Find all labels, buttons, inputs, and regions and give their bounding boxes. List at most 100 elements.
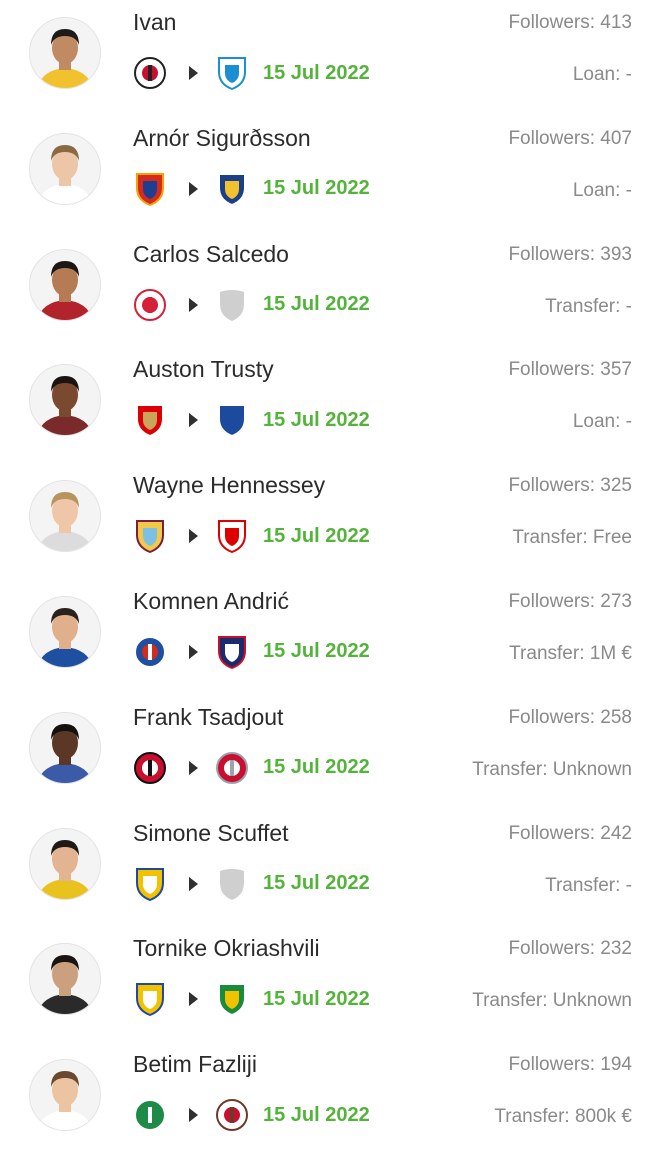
transfer-line: 15 Jul 2022 <box>133 1095 370 1135</box>
player-name[interactable]: Betim Fazliji <box>133 1051 257 1078</box>
player-avatar[interactable] <box>29 17 101 89</box>
player-avatar[interactable] <box>29 943 101 1016</box>
placeholder-shield-icon[interactable] <box>215 287 249 323</box>
birmingham-crest-icon[interactable] <box>215 402 249 438</box>
transfer-line: 15 Jul 2022 <box>133 516 370 556</box>
transfer-line: 15 Jul 2022 <box>133 285 370 325</box>
followers-count: Followers: 407 <box>508 127 632 149</box>
apoel-crest-icon[interactable] <box>133 866 167 902</box>
clermont-crest-icon[interactable] <box>215 634 249 670</box>
transfer-date: 15 Jul 2022 <box>263 408 370 431</box>
transfer-line: 15 Jul 2022 <box>133 53 370 93</box>
transfer-date: 15 Jul 2022 <box>263 987 370 1010</box>
arrow-right-icon <box>189 876 198 891</box>
transfer-row[interactable]: Wayne Hennessey Followers: 325 15 Jul 2022… <box>0 463 662 579</box>
player-avatar[interactable] <box>29 132 101 205</box>
followers-count: Followers: 325 <box>508 475 632 497</box>
arrow-right-icon <box>189 529 198 544</box>
player-avatar[interactable] <box>29 248 101 321</box>
cremonese-crest-icon[interactable] <box>215 750 249 786</box>
transfer-line: 15 Jul 2022 <box>133 864 370 904</box>
arrow-right-icon <box>189 1108 198 1123</box>
transfer-date: 15 Jul 2022 <box>263 872 370 895</box>
burnley-crest-icon[interactable] <box>133 518 167 554</box>
transfer-date: 15 Jul 2022 <box>263 756 370 779</box>
followers-count: Followers: 194 <box>508 1054 632 1076</box>
player-avatar[interactable] <box>29 827 101 900</box>
player-name[interactable]: Auston Trusty <box>133 356 274 383</box>
arsenal-crest-icon[interactable] <box>133 402 167 438</box>
transfer-row[interactable]: Arnór Sigurðsson Followers: 407 15 Jul 202… <box>0 116 662 232</box>
player-avatar[interactable] <box>29 595 101 668</box>
transfer-line: 15 Jul 2022 <box>133 979 370 1019</box>
player-name[interactable]: Tornike Okriashvili <box>133 935 320 962</box>
transfer-row[interactable]: Betim Fazliji Followers: 194 15 Jul 2022 Tr… <box>0 1042 662 1158</box>
followers-count: Followers: 258 <box>508 706 632 728</box>
player-avatar[interactable] <box>29 480 101 553</box>
player-name[interactable]: Carlos Salcedo <box>133 241 289 268</box>
transfer-list: Ivan Followers: 413 15 Jul 2022 Loan: - Arnó… <box>0 0 662 1158</box>
transfer-line: 15 Jul 2022 <box>133 748 370 788</box>
player-avatar[interactable] <box>29 1059 101 1132</box>
dinamo-zagreb-crest-icon[interactable] <box>133 634 167 670</box>
arrow-right-icon <box>189 760 198 775</box>
transfer-row[interactable]: Komnen Andrić Followers: 273 15 Jul 2022 Tr… <box>0 579 662 695</box>
norrkoping-crest-icon[interactable] <box>215 171 249 207</box>
followers-count: Followers: 273 <box>508 590 632 612</box>
followers-count: Followers: 242 <box>508 822 632 844</box>
player-avatar[interactable] <box>29 711 101 784</box>
transfer-type: Loan: - <box>572 64 632 85</box>
transfer-date: 15 Jul 2022 <box>263 293 370 316</box>
followers-count: Followers: 393 <box>508 243 632 265</box>
transfer-type: Transfer: Unknown <box>472 758 632 780</box>
transfer-type: Transfer: 800k € <box>494 1106 632 1128</box>
transfer-line: 15 Jul 2022 <box>133 169 370 209</box>
transfer-row[interactable]: Simone Scuffet Followers: 242 15 Jul 2022 T… <box>0 811 662 927</box>
placeholder-shield-icon[interactable] <box>215 866 249 902</box>
transfer-row[interactable]: Frank Tsadjout Followers: 258 15 Jul 2022 T… <box>0 695 662 811</box>
transfer-row[interactable]: Ivan Followers: 413 15 Jul 2022 Loan: - <box>0 0 662 116</box>
transfer-type: Loan: - <box>572 411 632 433</box>
arrow-right-icon <box>189 181 198 196</box>
arrow-right-icon <box>189 644 198 659</box>
cska-crest-icon[interactable] <box>133 171 167 207</box>
apoel-crest-icon[interactable] <box>133 981 167 1017</box>
followers-count: Followers: 357 <box>508 359 632 381</box>
player-name[interactable]: Frank Tsadjout <box>133 704 283 731</box>
st-gallen-crest-icon[interactable] <box>133 1097 167 1133</box>
transfer-type: Loan: - <box>572 179 632 201</box>
transfer-type: Transfer: Unknown <box>472 990 632 1012</box>
transfer-date: 15 Jul 2022 <box>263 1103 370 1126</box>
st-pauli-crest-icon[interactable] <box>215 1097 249 1133</box>
player-name[interactable]: Simone Scuffet <box>133 820 289 847</box>
arrow-right-icon <box>189 992 198 1007</box>
transfer-type: Transfer: - <box>545 874 632 896</box>
zenit-crest-icon[interactable] <box>215 55 249 91</box>
player-name[interactable]: Ivan <box>133 9 176 36</box>
transfer-type: Transfer: - <box>545 295 632 317</box>
toronto-crest-icon[interactable] <box>133 287 167 323</box>
transfer-date: 15 Jul 2022 <box>263 177 370 200</box>
nottingham-forest-crest-icon[interactable] <box>215 518 249 554</box>
transfer-row[interactable]: Tornike Okriashvili Followers: 232 15 Jul … <box>0 926 662 1042</box>
transfer-line: 15 Jul 2022 <box>133 400 370 440</box>
transfer-row[interactable]: Carlos Salcedo Followers: 393 15 Jul 2022 T… <box>0 232 662 348</box>
arrow-right-icon <box>189 66 198 80</box>
arrow-right-icon <box>189 297 198 312</box>
transfer-date: 15 Jul 2022 <box>263 524 370 547</box>
jeonbuk-crest-icon[interactable] <box>215 981 249 1017</box>
player-avatar[interactable] <box>29 364 101 437</box>
player-name[interactable]: Arnór Sigurðsson <box>133 125 311 152</box>
player-name[interactable]: Komnen Andrić <box>133 588 289 615</box>
followers-count: Followers: 232 <box>508 938 632 960</box>
transfer-type: Transfer: Free <box>512 527 632 549</box>
player-name[interactable]: Wayne Hennessey <box>133 472 325 499</box>
ac-milan-crest-icon[interactable] <box>133 750 167 786</box>
transfer-line: 15 Jul 2022 <box>133 632 370 672</box>
arrow-right-icon <box>189 413 198 428</box>
corinthians-crest-icon[interactable] <box>133 55 167 91</box>
transfer-type: Transfer: 1M € <box>509 642 632 664</box>
transfer-row[interactable]: Auston Trusty Followers: 357 15 Jul 2022 Lo… <box>0 347 662 463</box>
transfer-date: 15 Jul 2022 <box>263 61 370 84</box>
transfer-date: 15 Jul 2022 <box>263 640 370 663</box>
